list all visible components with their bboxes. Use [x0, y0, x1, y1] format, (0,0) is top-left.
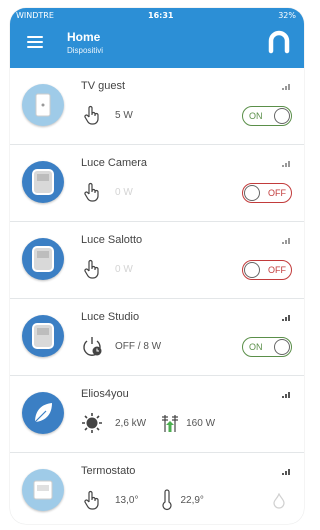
- grid-value: 160 W: [186, 417, 216, 429]
- carrier-label: WINDTRE: [16, 11, 54, 20]
- power-value: 0 W: [115, 186, 133, 198]
- page-title: Home: [67, 30, 101, 44]
- device-avatar: [22, 392, 64, 434]
- hand-tap-icon: [84, 105, 99, 125]
- app-logo-icon[interactable]: [266, 28, 292, 54]
- device-card-termostato[interactable]: Termostato 13,0° 22,9°: [10, 453, 304, 524]
- socket-icon: [35, 93, 51, 117]
- device-avatar: [22, 84, 64, 126]
- leaf-icon: [34, 403, 52, 423]
- toggle-knob: [274, 108, 290, 124]
- phone-screen: WINDTRE 16:31 32% Home Dispositivi TV gu…: [10, 8, 304, 524]
- current-temp-value: 13,0°: [115, 494, 139, 506]
- sun-icon: [82, 413, 102, 433]
- device-info-row: 0 W: [81, 181, 133, 203]
- toggle-knob: [274, 339, 290, 355]
- signal-icon: [282, 161, 290, 167]
- signal-icon: [282, 469, 290, 475]
- power-timer-icon: [83, 337, 102, 356]
- app-header: WINDTRE 16:31 32% Home Dispositivi: [10, 8, 304, 68]
- device-name: Luce Studio: [81, 311, 140, 323]
- toggle-knob: [244, 185, 260, 201]
- power-toggle[interactable]: ON: [242, 337, 292, 357]
- device-card-luce-salotto[interactable]: Luce Salotto 0 W OFF: [10, 222, 304, 299]
- device-info-row: 0 W: [81, 258, 133, 280]
- device-name: Termostato: [81, 465, 136, 477]
- device-card-tv-guest[interactable]: TV guest 5 W ON: [10, 68, 304, 145]
- device-name: Luce Salotto: [81, 234, 143, 246]
- hand-tap-icon: [84, 490, 99, 510]
- grid-export-icon: [162, 415, 179, 432]
- device-list: TV guest 5 W ON Luce Camera 0 W OFF Luce…: [10, 68, 304, 524]
- device-card-luce-camera[interactable]: Luce Camera 0 W OFF: [10, 145, 304, 222]
- hand-tap-icon: [84, 259, 99, 279]
- thermostat-icon: [33, 480, 53, 500]
- toggle-label: OFF: [268, 188, 286, 198]
- toggle-label: ON: [249, 111, 263, 121]
- clock: 16:31: [148, 11, 174, 20]
- page-subtitle: Dispositivi: [67, 46, 104, 55]
- menu-icon[interactable]: [27, 36, 43, 48]
- device-avatar: [22, 161, 64, 203]
- device-card-elios4you[interactable]: Elios4you 2,6 kW 160 W: [10, 376, 304, 453]
- power-toggle[interactable]: OFF: [242, 183, 292, 203]
- hand-tap-icon: [84, 182, 99, 202]
- power-value: 5 W: [115, 109, 133, 121]
- device-info-row: OFF / 8 W: [81, 335, 161, 357]
- device-name: Luce Camera: [81, 157, 148, 169]
- light-switch-icon: [32, 323, 54, 349]
- flame-icon: [273, 493, 285, 509]
- toggle-knob: [244, 262, 260, 278]
- toggle-label: OFF: [268, 265, 286, 275]
- status-bar: WINDTRE 16:31 32%: [10, 8, 304, 22]
- thermometer-icon: [162, 489, 173, 510]
- device-avatar: [22, 315, 64, 357]
- power-value: 0 W: [115, 263, 133, 275]
- signal-icon: [282, 84, 290, 90]
- production-value: 2,6 kW: [115, 417, 147, 429]
- signal-icon: [282, 238, 290, 244]
- device-info-row: 5 W: [81, 104, 133, 126]
- power-toggle[interactable]: ON: [242, 106, 292, 126]
- light-switch-icon: [32, 246, 54, 272]
- device-info-row: 13,0° 22,9°: [81, 489, 204, 511]
- device-avatar: [22, 469, 64, 511]
- power-toggle[interactable]: OFF: [242, 260, 292, 280]
- device-info-row: 2,6 kW 160 W: [81, 412, 215, 434]
- toggle-label: ON: [249, 342, 263, 352]
- device-name: TV guest: [81, 80, 126, 92]
- light-switch-icon: [32, 169, 54, 195]
- signal-icon: [282, 392, 290, 398]
- device-avatar: [22, 238, 64, 280]
- set-temp-value: 22,9°: [180, 494, 204, 506]
- device-name: Elios4you: [81, 388, 129, 400]
- battery-label: 32%: [278, 11, 296, 20]
- power-value: OFF / 8 W: [115, 340, 162, 352]
- signal-icon: [282, 315, 290, 321]
- device-card-luce-studio[interactable]: Luce Studio OFF / 8 W ON: [10, 299, 304, 376]
